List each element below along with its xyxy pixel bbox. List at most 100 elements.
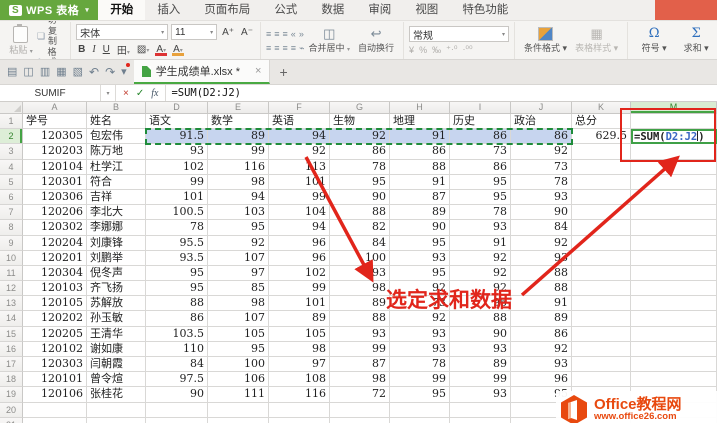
symbol-button[interactable]: Ω 符号 ▾ (633, 27, 675, 54)
conditional-format-button[interactable]: 条件格式 ▾ (520, 27, 571, 54)
cell-J7[interactable]: 90 (511, 205, 572, 221)
row-header-5[interactable]: 5 (0, 174, 23, 190)
align-center-icon[interactable]: ≡ (274, 42, 279, 54)
cell-G1[interactable]: 生物 (330, 114, 390, 130)
cell-A12[interactable]: 120103 (23, 281, 87, 297)
cell-A13[interactable]: 120105 (23, 296, 87, 312)
cell-J1[interactable]: 政治 (511, 114, 572, 130)
row-header-4[interactable]: 4 (0, 159, 23, 175)
cell-G12[interactable]: 98 (330, 281, 390, 297)
cell-H15[interactable]: 93 (390, 326, 450, 342)
increase-indent-icon[interactable]: » (299, 28, 304, 40)
cell-E18[interactable]: 106 (208, 372, 269, 388)
cell-A11[interactable]: 120304 (23, 265, 87, 282)
number-format-select[interactable]: 常规 ▾ (409, 26, 510, 42)
cell-J20[interactable] (511, 402, 572, 418)
column-header-D[interactable]: D (146, 102, 208, 114)
cell-E12[interactable]: 85 (208, 281, 269, 297)
italic-button[interactable]: I (90, 44, 97, 55)
cell-K20[interactable] (572, 402, 631, 418)
fill-color-button[interactable]: ▨▾ (135, 44, 151, 55)
cell-G19[interactable]: 72 (330, 387, 390, 403)
cell-I1[interactable]: 历史 (450, 114, 511, 130)
menu-tab-view[interactable]: 视图 (403, 0, 450, 20)
cell-H10[interactable]: 93 (390, 250, 450, 266)
font-family-select[interactable]: 宋体 ▾ (76, 24, 169, 40)
cell-K11[interactable] (572, 265, 631, 282)
cell-E13[interactable]: 98 (208, 296, 269, 312)
cell-B13[interactable]: 苏解放 (87, 296, 146, 312)
cell-I18[interactable]: 99 (450, 372, 511, 388)
cell-E4[interactable]: 116 (208, 159, 269, 175)
cell-E10[interactable]: 107 (208, 250, 269, 266)
cell-K14[interactable] (572, 311, 631, 327)
table-style-button[interactable]: ▦ 表格样式 ▾ (571, 27, 622, 54)
select-all-corner[interactable] (0, 102, 23, 114)
menu-tab-home[interactable]: 开始 (98, 0, 146, 20)
cell-H16[interactable]: 93 (390, 341, 450, 357)
cell-K3[interactable] (572, 144, 631, 160)
cell-D4[interactable]: 102 (146, 159, 208, 175)
cell-J16[interactable]: 92 (511, 341, 572, 357)
cell-D8[interactable]: 78 (146, 220, 208, 236)
align-middle-icon[interactable]: ≡ (274, 28, 279, 40)
cell-G2[interactable]: 92 (330, 129, 390, 145)
row-header-11[interactable]: 11 (0, 265, 23, 282)
cell-D12[interactable]: 95 (146, 281, 208, 297)
row-header-20[interactable]: 20 (0, 402, 23, 418)
cell-B6[interactable]: 吉祥 (87, 189, 146, 206)
cell-I21[interactable] (450, 417, 511, 423)
cell-B15[interactable]: 王清华 (87, 326, 146, 342)
cell-K2[interactable]: 629.5 (572, 129, 631, 145)
cell-K6[interactable] (572, 189, 631, 206)
cell-H8[interactable]: 90 (390, 220, 450, 236)
cell-M11[interactable] (631, 265, 717, 282)
menu-tab-data[interactable]: 数据 (309, 0, 356, 20)
row-header-21[interactable]: 21 (0, 417, 23, 423)
cell-F10[interactable]: 96 (269, 250, 330, 266)
tab-close-icon[interactable]: × (255, 65, 261, 77)
row-header-15[interactable]: 15 (0, 326, 23, 342)
cell-A21[interactable] (23, 417, 87, 423)
formula-edit-cell[interactable]: =SUM(D2:J2) (631, 129, 717, 145)
row-header-14[interactable]: 14 (0, 311, 23, 327)
column-header-B[interactable]: B (87, 102, 146, 114)
align-top-icon[interactable]: ≡ (266, 28, 271, 40)
cell-M4[interactable] (631, 159, 717, 175)
align-right-icon[interactable]: ≡ (283, 42, 288, 54)
cell-I8[interactable]: 93 (450, 220, 511, 236)
cell-F16[interactable]: 98 (269, 341, 330, 357)
cell-K16[interactable] (572, 341, 631, 357)
paste-button[interactable]: 粘贴 ▾ (9, 23, 33, 56)
row-header-19[interactable]: 19 (0, 387, 23, 403)
cell-I10[interactable]: 92 (450, 250, 511, 266)
open-icon[interactable]: ▤ (7, 61, 17, 83)
menu-tab-formulas[interactable]: 公式 (262, 0, 309, 20)
cell-B10[interactable]: 刘鹏举 (87, 250, 146, 266)
wrap-text-button[interactable]: ↩ 自动换行 (354, 27, 398, 54)
cell-F19[interactable]: 116 (269, 387, 330, 403)
row-header-13[interactable]: 13 (0, 296, 23, 312)
cell-G15[interactable]: 93 (330, 326, 390, 342)
cell-B1[interactable]: 姓名 (87, 114, 146, 130)
cell-E15[interactable]: 105 (208, 326, 269, 342)
cell-J13[interactable]: 91 (511, 296, 572, 312)
cancel-entry-icon[interactable]: × (123, 88, 129, 99)
cell-J14[interactable]: 89 (511, 311, 572, 327)
cell-F1[interactable]: 英语 (269, 114, 330, 130)
cell-G17[interactable]: 87 (330, 357, 390, 373)
column-header-G[interactable]: G (330, 102, 390, 114)
cell-K10[interactable] (572, 250, 631, 266)
cell-I2[interactable]: 86 (450, 129, 511, 145)
cell-G5[interactable]: 95 (330, 174, 390, 190)
cut-button[interactable]: ✂ 剪切 (37, 21, 65, 25)
cell-G14[interactable]: 88 (330, 311, 390, 327)
name-box-dropdown-icon[interactable]: ▾ (101, 85, 116, 101)
row-header-10[interactable]: 10 (0, 250, 23, 266)
cell-D2[interactable]: 91.5 (146, 129, 208, 145)
cell-A1[interactable]: 学号 (23, 114, 87, 130)
cell-B11[interactable]: 倪冬声 (87, 265, 146, 282)
cell-J4[interactable]: 73 (511, 159, 572, 175)
cell-M20[interactable] (631, 402, 717, 418)
cell-M14[interactable] (631, 311, 717, 327)
